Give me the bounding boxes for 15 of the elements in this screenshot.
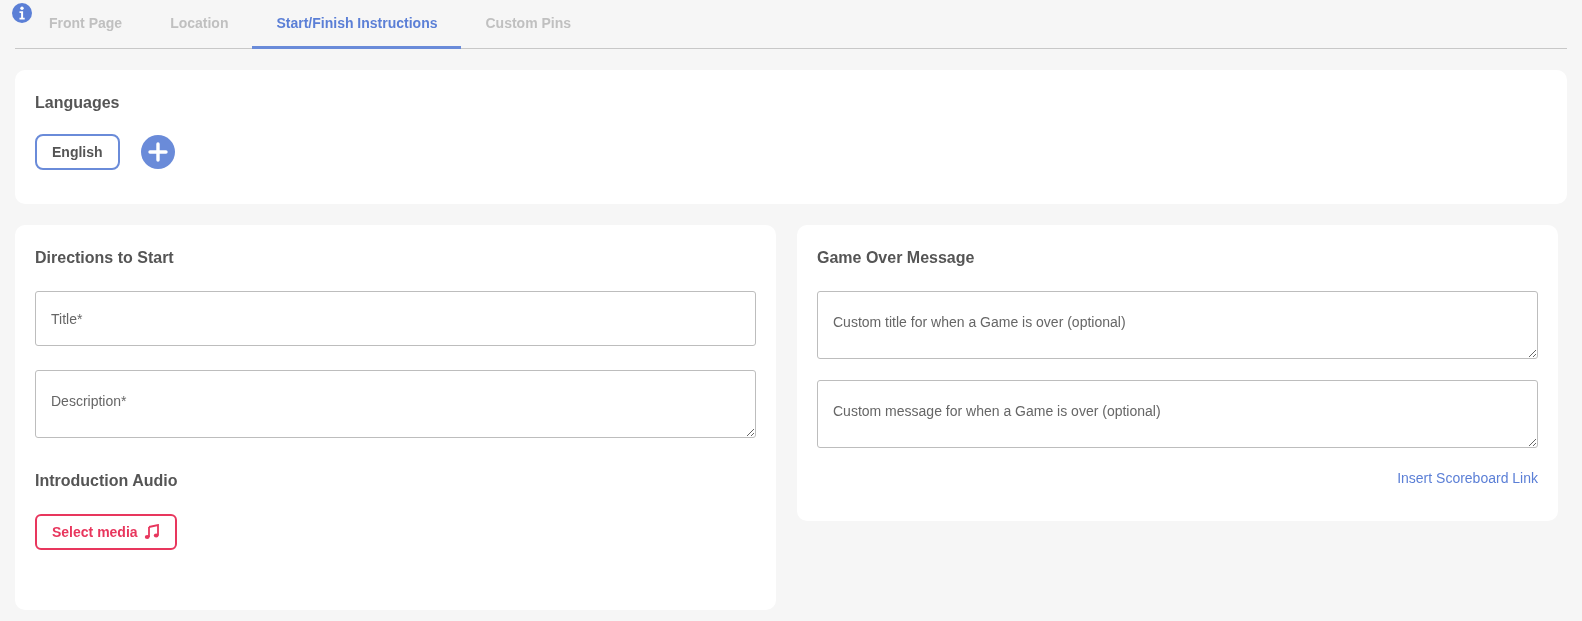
tab[interactable]: Start/Finish Instructions bbox=[252, 0, 462, 49]
text-area[interactable]: Description* bbox=[35, 370, 756, 438]
section-heading: Introduction Audio bbox=[35, 472, 178, 490]
section-heading: Directions to Start bbox=[35, 249, 174, 267]
language-chip[interactable]: English bbox=[35, 134, 120, 170]
select-media-button[interactable]: Select media bbox=[35, 514, 177, 550]
scoreboard-link[interactable]: Insert Scoreboard Link bbox=[1397, 470, 1538, 486]
section-heading: Languages bbox=[35, 94, 121, 112]
add-icon[interactable] bbox=[140, 135, 175, 169]
text-area[interactable]: Custom message for when a Game is over (optional) bbox=[817, 380, 1538, 448]
music-note-icon bbox=[143, 524, 160, 540]
info-icon[interactable] bbox=[12, 3, 32, 23]
text-area[interactable]: Custom title for when a Game is over (optional) bbox=[817, 291, 1538, 359]
section-heading: Game Over Message bbox=[817, 249, 976, 267]
input-field[interactable]: Title* bbox=[35, 291, 756, 346]
